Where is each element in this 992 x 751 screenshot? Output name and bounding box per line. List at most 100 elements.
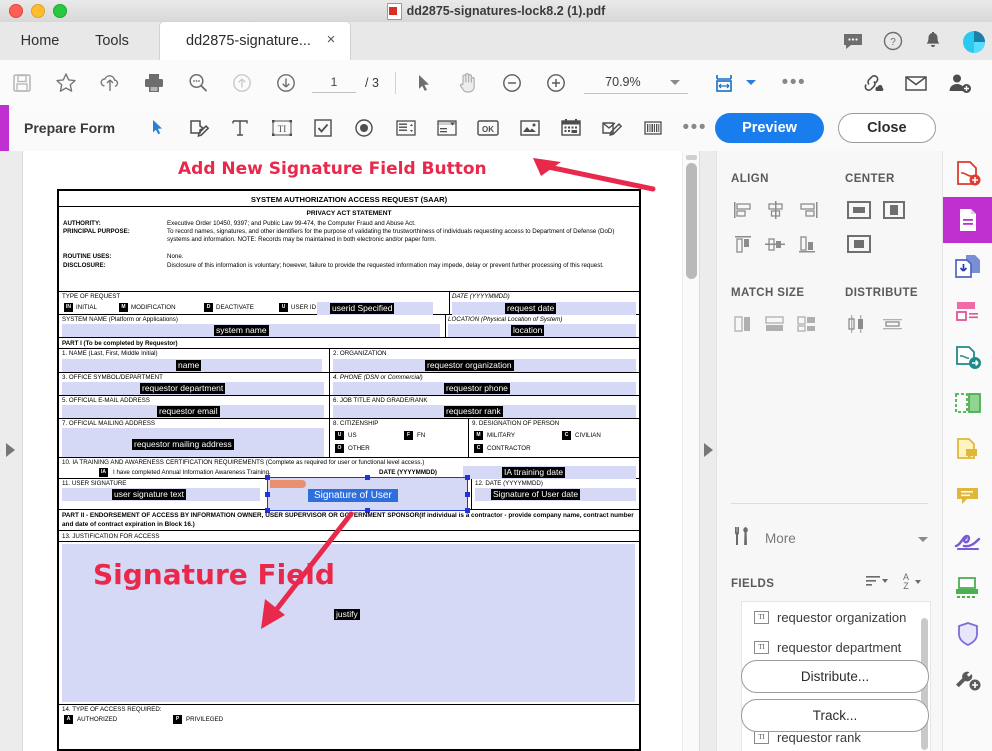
page-organize-icon[interactable] — [943, 197, 992, 243]
checkbox-civilian[interactable]: C — [562, 431, 571, 440]
compare-files-icon[interactable] — [943, 381, 992, 427]
resize-handle-e[interactable] — [465, 492, 470, 497]
search-icon[interactable] — [176, 60, 220, 105]
resize-handle-nw[interactable] — [265, 475, 270, 480]
checkbox-us[interactable]: U — [335, 431, 344, 440]
help-icon[interactable]: ? — [882, 30, 904, 52]
export-pdf-icon[interactable] — [943, 243, 992, 289]
pdf-document-view[interactable]: Add New Signature Field Button SYSTEM AU… — [23, 151, 682, 751]
share-link-icon[interactable] — [850, 60, 894, 105]
sort-order-icon[interactable] — [863, 569, 889, 591]
zoom-out-icon[interactable] — [490, 60, 534, 105]
select-tool-icon[interactable] — [137, 105, 178, 151]
track-button[interactable]: Track... — [741, 699, 929, 732]
checkbox-authorized[interactable]: A — [64, 715, 73, 724]
match-height-icon[interactable] — [763, 313, 789, 335]
checkbox-modification[interactable]: M — [119, 303, 128, 312]
document-vertical-scrollbar[interactable] — [682, 151, 700, 751]
checkbox-initial[interactable]: IN — [64, 303, 73, 312]
zoom-in-icon[interactable] — [534, 60, 578, 105]
align-middle-icon[interactable] — [763, 233, 789, 255]
bell-icon[interactable] — [922, 30, 944, 52]
scrollbar-thumb[interactable] — [686, 163, 697, 279]
list-item[interactable]: TI requestor department — [742, 632, 930, 662]
distribute-horizontal-icon[interactable] — [881, 313, 907, 335]
resize-handle-n[interactable] — [365, 475, 370, 480]
align-bottom-icon[interactable] — [795, 233, 821, 255]
signature-field-icon[interactable] — [591, 105, 632, 151]
center-vertically-icon[interactable] — [881, 199, 907, 221]
zoom-dropdown-caret-icon[interactable] — [661, 72, 688, 94]
email-icon[interactable] — [894, 60, 938, 105]
add-person-icon[interactable] — [938, 60, 982, 105]
list-item[interactable]: TI requestor organization — [742, 602, 930, 632]
text-field-icon[interactable] — [220, 105, 261, 151]
checkbox-ia-training[interactable]: IA — [99, 468, 108, 477]
image-field-icon[interactable] — [509, 105, 550, 151]
align-center-horizontal-icon[interactable] — [763, 199, 789, 221]
signature-field-widget-selected[interactable]: Signature of User — [265, 475, 470, 513]
star-icon[interactable] — [44, 60, 88, 105]
fit-page-caret-icon[interactable] — [745, 60, 762, 105]
page-number-input[interactable]: 1 — [312, 72, 356, 93]
checkbox-icon[interactable] — [302, 105, 343, 151]
protect-icon[interactable] — [943, 611, 992, 657]
more-tools-icon[interactable]: ••• — [674, 105, 715, 151]
previous-page-icon[interactable] — [220, 60, 264, 105]
checkbox-userid[interactable]: U — [279, 303, 288, 312]
create-pdf-icon[interactable] — [943, 151, 992, 197]
comment-icon[interactable] — [943, 473, 992, 519]
dropdown-icon[interactable] — [426, 105, 467, 151]
checkbox-deactivate[interactable]: D — [204, 303, 213, 312]
checkbox-other[interactable]: O — [335, 444, 344, 453]
center-horizontally-icon[interactable] — [845, 199, 871, 221]
fill-and-sign-icon[interactable] — [943, 519, 992, 565]
distribute-vertical-icon[interactable] — [845, 313, 871, 335]
align-right-icon[interactable] — [795, 199, 821, 221]
next-page-icon[interactable] — [264, 60, 308, 105]
checkbox-privileged[interactable]: P — [173, 715, 182, 724]
scan-ocr-icon[interactable] — [943, 565, 992, 611]
align-left-icon[interactable] — [731, 199, 757, 221]
fit-page-icon[interactable] — [702, 60, 746, 105]
align-top-icon[interactable] — [731, 233, 757, 255]
distribute-button[interactable]: Distribute... — [741, 660, 929, 693]
radio-button-icon[interactable] — [344, 105, 385, 151]
more-caret-icon[interactable] — [918, 529, 928, 547]
checkbox-contractor[interactable]: C — [474, 444, 483, 453]
center-both-icon[interactable] — [845, 233, 871, 255]
right-pane-divider[interactable] — [699, 151, 717, 751]
send-for-signature-icon[interactable] — [943, 335, 992, 381]
close-icon[interactable]: × — [324, 32, 338, 47]
comment-icon[interactable] — [842, 30, 864, 52]
checkbox-fn[interactable]: F — [404, 431, 413, 440]
print-icon[interactable] — [132, 60, 176, 105]
left-navigation-pane-collapsed[interactable] — [0, 151, 23, 751]
account-avatar[interactable] — [962, 30, 985, 53]
edit-pdf-icon[interactable] — [943, 289, 992, 335]
preview-button[interactable]: Preview — [715, 113, 824, 143]
close-button[interactable]: Close — [837, 113, 937, 143]
add-field-icon[interactable] — [178, 105, 219, 151]
tab-document[interactable]: dd2875-signature... × — [160, 22, 350, 60]
match-both-icon[interactable] — [795, 313, 821, 335]
barcode-field-icon[interactable] — [633, 105, 674, 151]
upload-cloud-icon[interactable] — [88, 60, 132, 105]
date-field-icon[interactable] — [550, 105, 591, 151]
cursor-icon[interactable] — [402, 60, 446, 105]
list-box-icon[interactable] — [385, 105, 426, 151]
sort-alpha-icon[interactable]: AZ — [899, 569, 925, 591]
save-icon[interactable] — [0, 60, 44, 105]
more-options-icon[interactable]: ••• — [772, 60, 816, 105]
text-box-icon[interactable]: TI — [261, 105, 302, 151]
add-comment-icon[interactable] — [943, 427, 992, 473]
checkbox-military[interactable]: M — [474, 431, 483, 440]
expand-left-pane-icon[interactable] — [6, 443, 15, 457]
tab-tools[interactable]: Tools — [76, 22, 148, 60]
ok-button-icon[interactable]: OK — [468, 105, 509, 151]
resize-handle-ne[interactable] — [465, 475, 470, 480]
hand-icon[interactable] — [446, 60, 490, 105]
zoom-level-value[interactable]: 70.9% — [583, 72, 662, 94]
more-options-row[interactable]: More — [731, 524, 928, 552]
tab-home[interactable]: Home — [6, 22, 74, 60]
